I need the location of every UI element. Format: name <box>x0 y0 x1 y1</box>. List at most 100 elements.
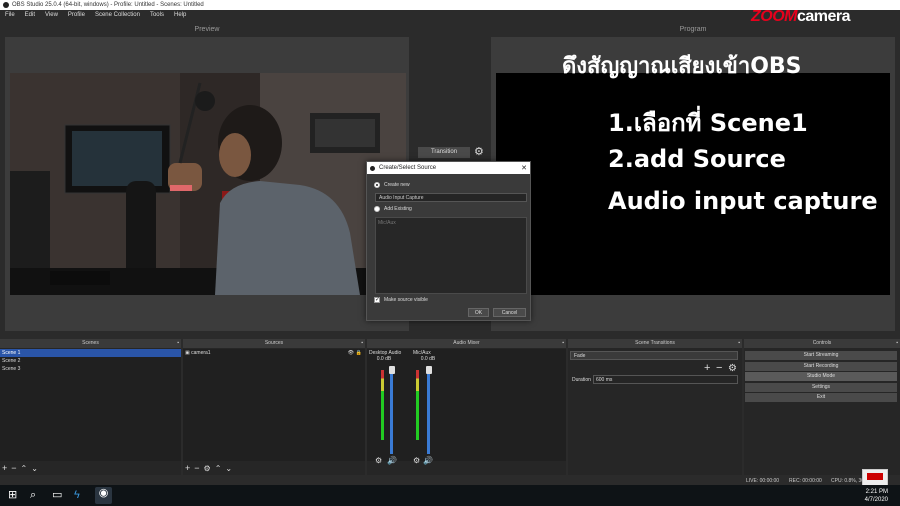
create-select-source-dialog: Create/Select Source ✕ Create new Audio … <box>366 161 531 321</box>
start-recording-button[interactable]: Start Recording <box>745 362 897 371</box>
scene-item[interactable]: Scene 1 <box>0 349 181 357</box>
scenes-list[interactable]: Scene 1 Scene 2 Scene 3 <box>0 349 181 461</box>
lightning-app-icon[interactable]: ϟ <box>74 489 80 502</box>
dialog-title-bar: Create/Select Source ✕ <box>367 162 530 174</box>
fader-handle[interactable] <box>389 366 395 374</box>
add-existing-option[interactable]: Add Existing <box>374 206 412 212</box>
volume-fader[interactable] <box>390 368 393 454</box>
task-view-icon[interactable]: ▭ <box>52 489 62 502</box>
radio-add-existing[interactable] <box>374 206 380 212</box>
camera-preview-image[interactable] <box>10 73 406 295</box>
exit-button[interactable]: Exit <box>745 393 897 402</box>
down-arrow-icon[interactable]: ⌄ <box>31 464 38 473</box>
speaker-icon[interactable]: 🔊 <box>387 456 397 465</box>
scene-transitions-title: Scene Transitions <box>635 340 675 346</box>
menu-file[interactable]: File <box>0 12 20 18</box>
eye-icon[interactable]: 👁 <box>348 349 354 357</box>
sources-list[interactable]: ▣ camera1 👁 🔒 <box>183 349 365 461</box>
scene-item[interactable]: Scene 3 <box>0 365 181 373</box>
source-name-input[interactable]: Audio Input Capture <box>375 193 527 202</box>
duration-input[interactable]: 600 ms <box>593 375 738 384</box>
scenes-dock: Scenes ▪ Scene 1 Scene 2 Scene 3 + − ⌃ ⌄ <box>0 339 181 475</box>
create-new-option[interactable]: Create new <box>374 182 410 188</box>
scenes-dock-title: Scenes <box>82 340 99 346</box>
create-new-label: Create new <box>384 182 410 188</box>
ok-button[interactable]: OK <box>468 308 489 317</box>
zoomcamera-logo: ZOOMcamera <box>751 8 851 26</box>
obs-dialog-icon <box>370 165 375 171</box>
minus-icon[interactable]: − <box>11 463 16 473</box>
radio-create-new[interactable] <box>374 182 380 188</box>
menu-edit[interactable]: Edit <box>20 12 40 18</box>
preview-label: Preview <box>194 26 220 33</box>
mixer-channel-mic: Mic/Aux 0.0 dB ⚙ 🔊 <box>413 350 449 470</box>
minus-icon[interactable]: − <box>194 463 199 473</box>
existing-sources-list[interactable]: Mic/Aux <box>375 217 527 294</box>
sources-toolbar: + − ⚙ ⌃ ⌄ <box>185 463 232 473</box>
settings-button[interactable]: Settings <box>745 383 897 392</box>
obs-app-icon[interactable]: ◉ <box>95 487 112 504</box>
gear-icon[interactable]: ⚙ <box>204 464 211 473</box>
existing-source-item[interactable]: Mic/Aux <box>378 220 524 226</box>
clock-time: 2:21 PM <box>865 489 888 495</box>
dock-float-icon[interactable]: ▪ <box>361 339 363 348</box>
menu-profile[interactable]: Profile <box>63 12 90 18</box>
menu-help[interactable]: Help <box>169 12 191 18</box>
minus-icon[interactable]: − <box>716 362 722 374</box>
scenes-toolbar: + − ⌃ ⌄ <box>2 463 38 473</box>
volume-meter <box>416 370 419 440</box>
gear-icon[interactable]: ⚙ <box>375 456 382 465</box>
plus-icon[interactable]: + <box>185 463 190 473</box>
menu-view[interactable]: View <box>40 12 63 18</box>
overlay-step-2: 2.add Source <box>608 145 786 173</box>
lock-icon[interactable]: 🔒 <box>356 349 362 357</box>
status-live: LIVE: 00:00:00 <box>746 478 780 484</box>
channel-db: 0.0 dB <box>376 356 392 362</box>
obs-logo-icon <box>3 2 9 8</box>
up-arrow-icon[interactable]: ⌃ <box>215 464 222 473</box>
scene-transitions-header: Scene Transitions ▪ <box>568 339 742 348</box>
source-item[interactable]: ▣ camera1 👁 🔒 <box>183 349 365 357</box>
menu-tools[interactable]: Tools <box>145 12 169 18</box>
fader-handle[interactable] <box>426 366 432 374</box>
scene-item[interactable]: Scene 2 <box>0 357 181 365</box>
add-existing-label: Add Existing <box>384 206 412 212</box>
menu-scene-collection[interactable]: Scene Collection <box>90 12 145 18</box>
make-visible-checkbox[interactable] <box>374 296 380 303</box>
dock-float-icon[interactable]: ▪ <box>562 339 564 348</box>
plus-icon[interactable]: + <box>704 362 710 374</box>
volume-fader[interactable] <box>427 368 430 454</box>
controls-header: Controls ▪ <box>744 339 900 348</box>
speaker-icon[interactable]: 🔊 <box>423 456 433 465</box>
controls-title: Controls <box>812 340 832 346</box>
gear-icon[interactable]: ⚙ <box>728 363 737 374</box>
make-visible-label: Make source visible <box>384 297 428 303</box>
dialog-title: Create/Select Source <box>379 165 437 171</box>
cancel-button[interactable]: Cancel <box>493 308 526 317</box>
status-rec: REC: 00:00:00 <box>789 478 822 484</box>
taskbar-clock[interactable]: 2:21 PM 4/7/2020 <box>865 488 888 504</box>
channel-db: 0.0 dB <box>420 356 436 362</box>
up-arrow-icon[interactable]: ⌃ <box>21 464 28 473</box>
down-arrow-icon[interactable]: ⌄ <box>225 464 232 473</box>
clock-date: 4/7/2020 <box>864 497 888 503</box>
gear-icon[interactable]: ⚙ <box>474 147 484 158</box>
close-icon[interactable]: ✕ <box>521 164 527 172</box>
dock-float-icon[interactable]: ▪ <box>177 339 179 348</box>
transition-button[interactable]: Transition <box>418 147 470 158</box>
dock-float-icon[interactable]: ▪ <box>896 339 898 348</box>
audio-mixer-title: Audio Mixer <box>453 340 480 346</box>
program-label: Program <box>679 26 707 33</box>
sources-dock-title: Sources <box>264 340 284 346</box>
gear-icon[interactable]: ⚙ <box>413 456 420 465</box>
plus-icon[interactable]: + <box>2 463 7 473</box>
studio-mode-button[interactable]: Studio Mode <box>745 372 897 381</box>
obs-window: OBS Studio 25.0.4 (64-bit, windows) - Pr… <box>0 0 900 506</box>
start-streaming-button[interactable]: Start Streaming <box>745 351 897 360</box>
sources-dock: Sources ▪ ▣ camera1 👁 🔒 + − ⚙ ⌃ ⌄ <box>183 339 365 475</box>
transition-select[interactable]: Fade <box>570 351 738 360</box>
dock-float-icon[interactable]: ▪ <box>738 339 740 348</box>
make-visible-option[interactable]: Make source visible <box>374 296 428 303</box>
search-icon[interactable]: ⌕ <box>30 489 36 502</box>
windows-start-icon[interactable]: ⊞ <box>8 489 17 502</box>
